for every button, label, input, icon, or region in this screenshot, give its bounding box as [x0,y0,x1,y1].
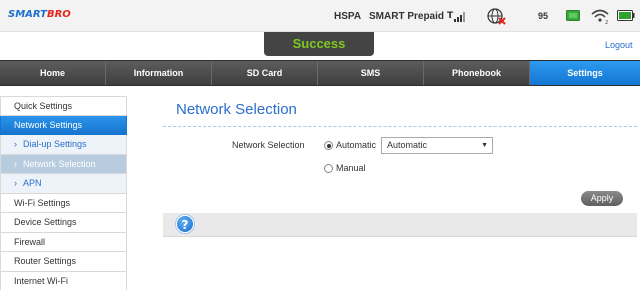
globe-disconnected-icon [487,8,506,25]
dropdown-caret-icon: ▼ [481,142,488,149]
sidebar-item-router-settings[interactable]: Router Settings [0,252,127,272]
battery-value: 95 [538,11,549,21]
sidebar-item-apn[interactable]: › APN [0,174,127,194]
sidebar-item-label: Dial-up Settings [23,139,87,150]
nav-settings[interactable]: Settings [530,61,640,85]
automatic-radio-label: Automatic [336,140,377,150]
sidebar-item-wifi-settings[interactable]: Wi-Fi Settings [0,193,127,213]
select-value: Automatic [387,140,428,150]
automatic-radio[interactable] [324,141,333,150]
logout-link[interactable]: Logout [605,40,633,50]
svg-text:2: 2 [605,20,608,24]
apply-button[interactable]: Apply [581,191,623,206]
manual-radio[interactable] [324,164,333,173]
success-banner: Success [264,32,374,56]
network-mode-select[interactable]: Automatic ▼ [381,137,493,154]
help-bar [163,213,637,237]
sidebar-item-dialup-settings[interactable]: › Dial-up Settings [0,135,127,155]
sidebar-item-quick-settings[interactable]: Quick Settings [0,96,127,116]
sidebar-item-internet-wifi[interactable]: Internet Wi-Fi [0,271,127,290]
manual-radio-label: Manual [336,163,366,173]
svg-text:T: T [447,11,454,21]
sidebar-item-label: APN [23,178,42,189]
smartbro-logo: SMARTBRO [8,9,71,20]
status-header: SMARTBRO HSPA SMART Prepaid T 95 2 [0,0,640,32]
chevron-right-icon: › [14,139,17,150]
sidebar-item-firewall[interactable]: Firewall [0,232,127,252]
battery-icon [617,10,635,21]
sidebar-item-device-settings[interactable]: Device Settings [0,213,127,233]
signal-bars-icon: T [447,11,465,22]
logo-smart-text: SMART [8,9,47,20]
network-type: HSPA [334,11,362,22]
sidebar-item-network-settings[interactable]: Network Settings [0,115,127,135]
nav-home[interactable]: Home [0,61,106,85]
chevron-right-icon: › [14,158,17,169]
logo-bro-text: BRO [46,9,71,20]
network-selection-label: Network Selection [232,140,305,150]
carrier-name: SMART Prepaid [369,11,445,22]
sidebar-item-network-selection[interactable]: › Network Selection [0,154,127,174]
main-nav: Home Information SD Card SMS Phonebook S… [0,60,640,86]
settings-sidebar: Quick Settings Network Settings › Dial-u… [0,96,127,290]
title-divider [163,126,637,127]
nav-information[interactable]: Information [106,61,212,85]
nav-sd-card[interactable]: SD Card [212,61,318,85]
chevron-right-icon: › [14,178,17,189]
page-title: Network Selection [176,101,297,118]
sidebar-item-label: Network Selection [23,158,96,169]
nav-phonebook[interactable]: Phonebook [424,61,530,85]
wifi-icon: 2 [591,9,609,24]
sms-icon[interactable] [566,10,580,21]
nav-sms[interactable]: SMS [318,61,424,85]
help-icon[interactable]: ? [176,215,194,233]
